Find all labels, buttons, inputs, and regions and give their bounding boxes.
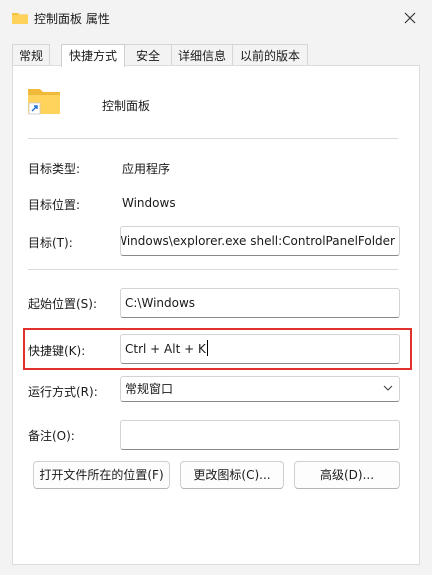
title-bar: 控制面板 属性 bbox=[0, 0, 432, 36]
tab-shortcut[interactable]: 快捷方式 bbox=[61, 44, 125, 67]
start-in-field[interactable]: C:\Windows bbox=[120, 288, 400, 318]
shortcut-name: 控制面板 bbox=[102, 99, 151, 113]
window-title: 控制面板 属性 bbox=[34, 12, 110, 26]
tab-details[interactable]: 详细信息 bbox=[171, 44, 233, 66]
comment-label: 备注(O): bbox=[28, 429, 75, 443]
close-button[interactable] bbox=[396, 6, 424, 30]
run-select-value: 常规窗口 bbox=[125, 382, 174, 396]
target-location-label: 目标位置: bbox=[28, 198, 81, 212]
run-select[interactable]: 常规窗口 bbox=[120, 376, 400, 402]
tab-previous-versions[interactable]: 以前的版本 bbox=[232, 44, 308, 66]
highlight-box bbox=[23, 328, 412, 370]
advanced-button[interactable]: 高级(D)... bbox=[294, 461, 400, 489]
tab-general[interactable]: 常规 bbox=[12, 44, 50, 66]
target-field[interactable]: C:\Windows\explorer.exe shell:ControlPan… bbox=[120, 226, 400, 256]
chevron-down-icon bbox=[383, 385, 393, 391]
target-type-label: 目标类型: bbox=[28, 162, 81, 176]
target-label: 目标(T): bbox=[28, 236, 73, 250]
close-icon bbox=[404, 12, 416, 24]
target-field-text: C:\Windows\explorer.exe shell:ControlPan… bbox=[120, 234, 395, 248]
tab-security[interactable]: 安全 bbox=[124, 44, 172, 66]
open-file-location-button[interactable]: 打开文件所在的位置(F) bbox=[33, 461, 170, 489]
comment-field[interactable] bbox=[120, 420, 400, 450]
start-in-field-text: C:\Windows bbox=[125, 296, 196, 310]
separator bbox=[28, 138, 398, 139]
folder-icon bbox=[12, 13, 28, 24]
run-label: 运行方式(R): bbox=[28, 385, 98, 399]
change-icon-button[interactable]: 更改图标(C)... bbox=[180, 461, 284, 489]
start-in-label: 起始位置(S): bbox=[28, 297, 98, 311]
folder-shortcut-icon bbox=[28, 89, 60, 115]
target-type-value: 应用程序 bbox=[122, 162, 171, 176]
target-location-value: Windows bbox=[122, 196, 176, 210]
separator bbox=[28, 269, 398, 270]
